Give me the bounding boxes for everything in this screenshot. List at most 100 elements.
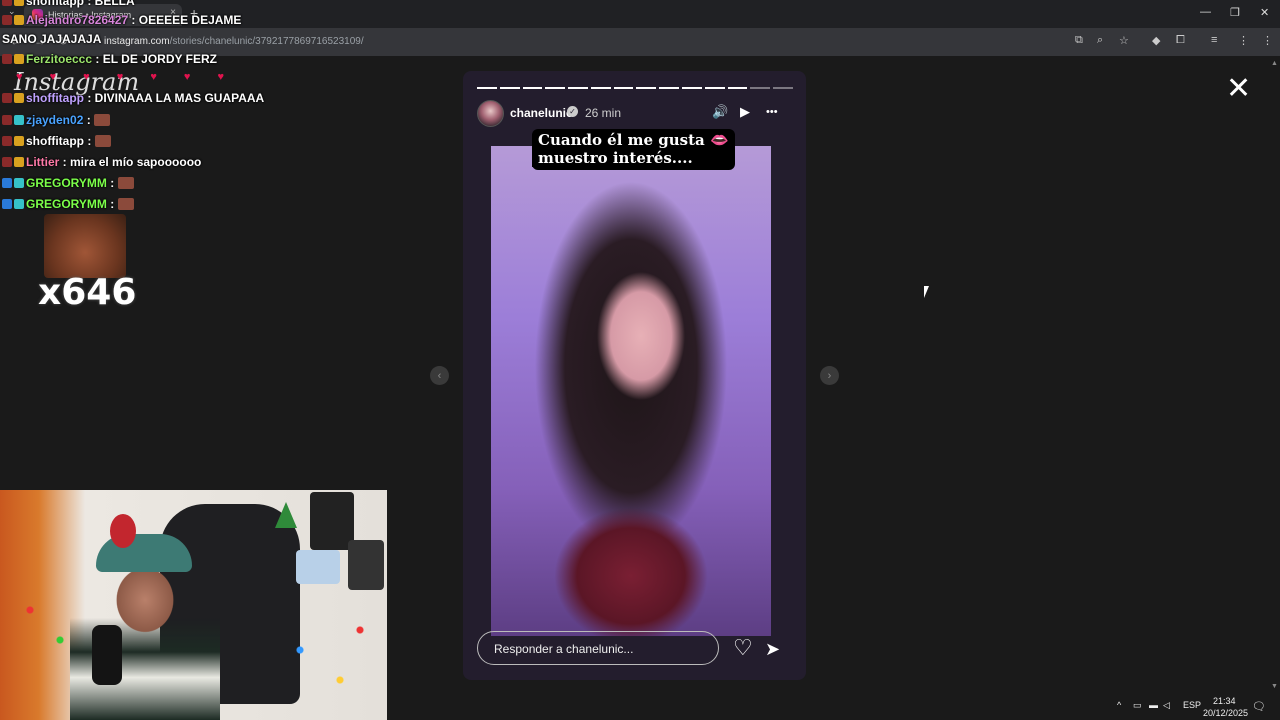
tree-decoration <box>275 502 297 528</box>
chat-badge-icon <box>2 0 12 6</box>
progress-segment <box>568 87 588 89</box>
chat-username[interactable]: GREGORYMM <box>26 197 107 211</box>
chat-badge-icon <box>2 157 12 167</box>
network-icon[interactable]: ▭ <box>1133 700 1142 711</box>
progress-segment <box>590 87 611 89</box>
webcam-overlay <box>0 490 387 720</box>
chat-emote-icon <box>94 114 111 126</box>
chat-text: OEEEEE DEJAME <box>138 13 242 27</box>
chat-badge-icon <box>2 93 12 103</box>
story-video[interactable] <box>491 146 771 636</box>
clock-time[interactable]: 21:34 <box>1213 696 1236 706</box>
chat-emote-icon <box>94 135 111 147</box>
notifications-icon[interactable]: 🗨 <box>1252 700 1266 713</box>
progress-segment <box>727 87 748 89</box>
url-field[interactable]: instagram.com/stories/chanelunic/3792177… <box>104 36 364 47</box>
chat-badge-icon <box>14 115 24 125</box>
chat-badge-icon <box>2 54 12 64</box>
story-viewer[interactable]: chanelunic ✓ 26 min 🔊 ▶ ••• Cuando él me… <box>463 71 806 680</box>
scrollbar[interactable] <box>1270 56 1280 720</box>
battery-icon[interactable]: ▬ <box>1149 700 1158 710</box>
avatar[interactable] <box>477 100 504 127</box>
progress-segment <box>704 87 725 89</box>
extension-icon[interactable]: ◆ <box>1152 34 1160 47</box>
tray-chevron-icon[interactable]: ^ <box>1117 700 1121 710</box>
clock-date[interactable]: 20/12/2025 <box>1203 708 1248 718</box>
chat-separator: : <box>92 52 103 66</box>
prev-story-button[interactable]: ‹ <box>430 366 449 385</box>
chat-username[interactable]: shoffitapp <box>26 91 84 105</box>
chat-badge-icon <box>14 93 24 103</box>
chat-separator: : <box>84 134 95 148</box>
chat-message: shoffitapp : BELLA <box>2 0 135 8</box>
profile-icon[interactable]: ⋮ <box>1238 34 1249 47</box>
sound-icon[interactable]: 🔊 <box>712 104 728 120</box>
chat-message: shoffitapp : DIVINAAA LA MAS GUAPAAA <box>2 91 264 105</box>
minimize-button[interactable]: — <box>1200 6 1211 18</box>
chat-username[interactable]: Alejandro7826427 <box>26 13 128 27</box>
like-heart-icon[interactable]: ♡ <box>733 637 753 659</box>
chat-username[interactable]: Ferzitoeccc <box>26 52 92 66</box>
chat-message: shoffitapp : <box>2 134 111 148</box>
story-age: 26 min <box>585 106 622 120</box>
chat-emote-icon <box>117 177 134 189</box>
chat-badge-icon <box>14 0 24 6</box>
bookmark-star-icon[interactable]: ☆ <box>1119 34 1129 47</box>
send-icon[interactable]: ➤ <box>765 639 780 660</box>
chat-message: GREGORYMM : <box>2 197 134 211</box>
chat-message: GREGORYMM : <box>2 176 134 190</box>
close-window-button[interactable]: ✕ <box>1260 6 1269 19</box>
verified-badge-icon: ✓ <box>567 106 578 117</box>
chat-separator: : <box>84 91 95 105</box>
chat-separator: : <box>83 113 95 127</box>
chat-username[interactable]: zjayden02 <box>26 113 83 127</box>
chat-username[interactable]: GREGORYMM <box>26 176 107 190</box>
chat-username[interactable]: SANO JAJAJAJA <box>2 32 101 46</box>
progress-segment <box>545 87 566 89</box>
chat-badge-icon <box>14 199 24 209</box>
caption-line-1: Cuando él me gusta 👄 <box>538 131 729 149</box>
story-progress <box>477 87 793 89</box>
story-caption: Cuando él me gusta 👄 muestro interés.... <box>532 129 735 170</box>
chat-username[interactable]: shoffitapp <box>26 0 84 8</box>
volume-icon[interactable]: ◁ <box>1163 700 1170 711</box>
chat-username[interactable]: Littier <box>26 155 59 169</box>
zoom-icon[interactable]: ⌕ <box>1097 34 1103 47</box>
chat-badge-icon <box>2 15 12 25</box>
chat-badge-icon <box>14 157 24 167</box>
chat-text: DIVINAAA LA MAS GUAPAAA <box>94 91 265 105</box>
emote-combo-count: x646 <box>38 272 137 313</box>
progress-segment <box>773 87 793 89</box>
media-control-icon[interactable]: ≡ <box>1211 34 1217 46</box>
maximize-button[interactable]: ❐ <box>1230 6 1240 19</box>
more-options-icon[interactable]: ••• <box>766 106 778 118</box>
progress-segment <box>682 87 702 89</box>
progress-segment <box>477 87 497 89</box>
chat-text: EL DE JORDY FERZ <box>102 52 217 66</box>
chat-message: Ferzitoeccc : EL DE JORDY FERZ <box>2 52 217 66</box>
progress-segment <box>522 87 543 89</box>
language-indicator[interactable]: ESP <box>1183 700 1201 710</box>
close-story-button[interactable]: ✕ <box>1226 74 1251 104</box>
scroll-down-icon[interactable]: ▼ <box>1271 683 1278 690</box>
browser-menu-icon[interactable]: ⋮ <box>1262 34 1273 47</box>
chat-badge-icon <box>14 136 24 146</box>
reply-input[interactable]: Responder a chanelunic... <box>477 631 719 665</box>
progress-segment <box>750 87 771 89</box>
scroll-up-icon[interactable]: ▲ <box>1271 60 1278 67</box>
chat-badge-icon <box>2 178 12 188</box>
next-story-button[interactable]: › <box>820 366 839 385</box>
extensions-puzzle-icon[interactable]: ⧠ <box>1176 34 1185 47</box>
chat-badge-icon <box>2 199 12 209</box>
christmas-lights <box>0 590 387 720</box>
poster-decoration-2 <box>296 550 340 584</box>
chat-username[interactable]: shoffitapp <box>26 134 84 148</box>
cast-icon[interactable]: ⧉ <box>1075 34 1083 47</box>
url-path: /stories/chanelunic/3792177869716523109/ <box>169 36 364 47</box>
chat-separator: : <box>128 13 139 27</box>
chat-text: mira el mío sapoooooo <box>70 155 202 169</box>
play-button[interactable]: ▶ <box>740 104 750 120</box>
progress-segment <box>613 87 634 89</box>
chat-emote-icon <box>117 198 134 210</box>
story-username[interactable]: chanelunic <box>510 106 573 120</box>
